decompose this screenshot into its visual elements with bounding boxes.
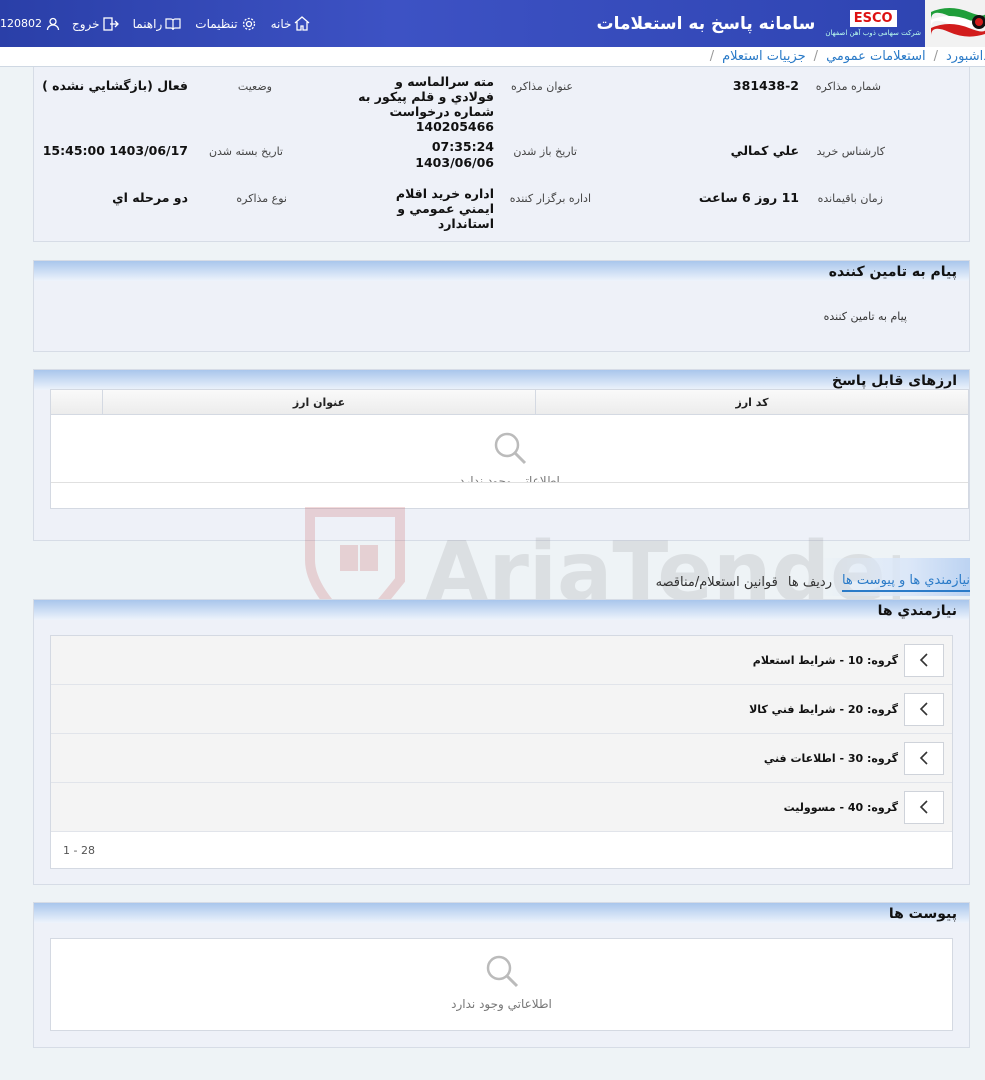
remaining-label: زمان باقيمانده [817, 192, 883, 205]
home-icon [295, 16, 310, 31]
breadcrumb-dashboard[interactable]: داشبورد [946, 49, 985, 64]
logout-icon [102, 16, 119, 31]
col-currency-code[interactable]: کد ارز [535, 390, 968, 414]
breadcrumb: داشبورد / استعلامات عمومي / جزييات استعل… [0, 47, 985, 67]
home-link[interactable]: خانه [271, 16, 311, 31]
chevron-left-icon[interactable] [904, 692, 944, 726]
breadcrumb-inquiry-details[interactable]: جزييات استعلام [722, 49, 806, 64]
group-label: گروه: 30 - اطلاعات فني [763, 751, 898, 765]
chevron-left-icon[interactable] [904, 643, 944, 677]
attachments-panel: پيوست ها اطلاعاتي وجود ندارد [33, 902, 970, 1048]
col-spacer [51, 390, 102, 414]
breadcrumb-separator: / [813, 49, 819, 64]
tabs: نيازمندي ها و پيوست ها رديف ها قوانين اس… [600, 568, 970, 596]
status-value: فعال (بازگشايي نشده ) [42, 78, 188, 93]
details-panel: شماره مذاکره 381438-2 کارشناس خريد علي ک… [33, 67, 970, 242]
breadcrumb-public-inquiries[interactable]: استعلامات عمومي [826, 49, 926, 64]
requirement-groups: گروه: 10 - شرايط استعلام گروه: 20 - شراي… [50, 635, 953, 869]
user-icon [46, 17, 60, 31]
settings-link[interactable]: تنظیمات [195, 16, 256, 32]
open-time: 07:35:24 [431, 139, 494, 154]
supplier-message-title: پيام به تامين کننده [34, 261, 969, 281]
requirements-panel: نيازمندي ها گروه: 10 - شرايط استعلام گرو… [33, 599, 970, 885]
group-row[interactable]: گروه: 40 - مسووليت [51, 783, 952, 832]
currencies-table: کد ارز عنوان ارز اطلاعاتي وجود ندارد [50, 389, 969, 509]
organizing-dept: اداره خريد اقلام ايمني عمومي و استاندارد [395, 186, 494, 231]
attachments-title: پيوست ها [34, 903, 969, 923]
top-links: 120802 خروج راهنما تنظیمات خانه [0, 0, 324, 47]
attachments-box: اطلاعاتي وجود ندارد [50, 938, 953, 1031]
chevron-left-icon[interactable] [904, 790, 944, 824]
logout-link[interactable]: خروج [72, 17, 119, 31]
esco-word: ESCO [849, 10, 897, 27]
dept-label: اداره برگزار کننده [509, 192, 591, 205]
col-currency-title[interactable]: عنوان ارز [102, 390, 535, 414]
help-label: راهنما [132, 16, 163, 31]
help-link[interactable]: راهنما [133, 17, 182, 31]
inquiry-number: 381438-2 [732, 78, 799, 93]
pager-range: 1 - 28 [63, 843, 95, 857]
tab-requirements-attachments[interactable]: نيازمندي ها و پيوست ها [841, 573, 970, 592]
buyer-name: علي کمالي [730, 143, 799, 158]
close-date: 1403/06/17 15:45:00 [42, 143, 188, 158]
book-icon [165, 17, 181, 30]
esco-logo: ESCO شرکت سهامی ذوب آهن اصفهان [825, 10, 921, 37]
breadcrumb-separator: / [933, 49, 938, 64]
currencies-header-row: کد ارز عنوان ارز [51, 390, 968, 415]
company-logo [925, 0, 985, 47]
empty-text: اطلاعاتي وجود ندارد [451, 997, 552, 1011]
details-grid: شماره مذاکره 381438-2 کارشناس خريد علي ک… [34, 67, 969, 241]
requirements-title: نيازمندي ها [34, 600, 969, 620]
gear-icon [242, 17, 255, 30]
inquiry-type: دو مرحله اي [112, 190, 188, 205]
type-label: نوع مذاکره [236, 192, 287, 205]
group-row[interactable]: گروه: 20 - شرايط فني کالا [51, 685, 952, 734]
tab-inquiry-rules[interactable]: قوانين استعلام/مناقصه [656, 575, 778, 590]
group-label: گروه: 20 - شرايط فني کالا [749, 702, 898, 716]
breadcrumb-separator: / [709, 49, 715, 64]
currencies-empty-state: اطلاعاتي وجود ندارد [51, 415, 968, 488]
buyer-label: کارشناس خريد [816, 145, 885, 158]
top-bar: 120802 خروج راهنما تنظیمات خانه ESCO شرک… [0, 0, 985, 47]
currencies-panel: ارزهای قابل پاسخ کد ارز عنوان ارز اطلاعا… [33, 369, 970, 541]
group-row[interactable]: گروه: 10 - شرايط استعلام [51, 636, 952, 685]
esco-sub: شرکت سهامی ذوب آهن اصفهان [825, 29, 921, 37]
logout-label: خروج [72, 16, 100, 31]
group-row[interactable]: گروه: 30 - اطلاعات فني [51, 734, 952, 783]
user-id: 120802 [0, 17, 42, 30]
number-label: شماره مذاکره [815, 80, 881, 93]
close-label: تاريخ بسته شدن [208, 145, 283, 158]
settings-label: تنظیمات [195, 16, 238, 31]
inquiry-subject: مته سرالماسه و فولادي و قلم پيکور به شما… [358, 74, 494, 134]
status-label: وضعيت [237, 80, 272, 93]
subject-label: عنوان مذاکره [511, 80, 573, 93]
brand: ESCO شرکت سهامی ذوب آهن اصفهان سامانه پا… [597, 0, 985, 47]
supplier-message-panel: پيام به تامين کننده پيام به تامين کننده [33, 260, 970, 352]
chevron-left-icon[interactable] [904, 741, 944, 775]
pager: 1 - 28 [51, 832, 952, 868]
remaining-time: 11 روز 6 ساعت [698, 190, 799, 205]
group-label: گروه: 40 - مسووليت [783, 800, 898, 814]
search-icon [494, 432, 526, 465]
search-icon [486, 955, 518, 988]
currencies-footer [51, 482, 968, 508]
currencies-title: ارزهای قابل پاسخ [34, 370, 969, 390]
tab-rows[interactable]: رديف ها [788, 575, 832, 590]
open-label: تاريخ باز شدن [513, 145, 577, 158]
attachments-empty-state: اطلاعاتي وجود ندارد [51, 939, 952, 1011]
home-label: خانه [270, 16, 292, 31]
app-title: سامانه پاسخ به استعلامات [596, 13, 816, 34]
open-date: 1403/06/06 [415, 155, 494, 170]
supplier-message-text: پيام به تامين کننده [823, 310, 907, 323]
group-label: گروه: 10 - شرايط استعلام [752, 653, 898, 667]
